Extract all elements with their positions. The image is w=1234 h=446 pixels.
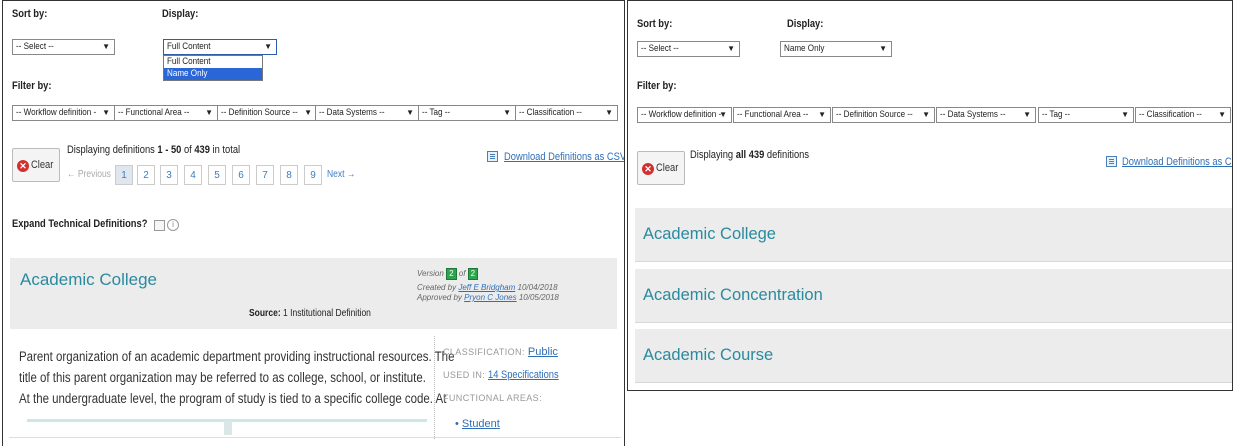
page-5[interactable]: 5 xyxy=(208,165,226,185)
csv-file-icon xyxy=(487,151,498,162)
filter-tag-select[interactable]: -- Tag -- ▼ xyxy=(1038,107,1134,123)
created-by-link[interactable]: Jeff E Bridgham xyxy=(458,283,515,292)
functional-area-item: • Student xyxy=(455,418,500,430)
filter-workflow-select[interactable]: -- Workflow definition - ▼ xyxy=(12,105,115,121)
page-4[interactable]: 4 xyxy=(184,165,202,185)
clear-button[interactable]: ✕ Clear xyxy=(637,151,685,185)
dropdown-option-full-content[interactable]: Full Content xyxy=(164,56,262,68)
info-icon[interactable]: i xyxy=(167,219,179,231)
close-circle-icon: ✕ xyxy=(17,160,29,172)
clear-button[interactable]: ✕ Clear xyxy=(12,148,60,182)
filter-definition-source-select[interactable]: -- Definition Source -- ▼ xyxy=(832,107,935,123)
filter-by-label: Filter by: xyxy=(637,80,677,92)
filter-classification-select[interactable]: -- Classification -- ▼ xyxy=(1135,107,1231,123)
display-label: Display: xyxy=(162,8,199,20)
card-divider xyxy=(9,437,621,438)
filter-functional-area-select[interactable]: -- Functional Area -- ▼ xyxy=(114,105,218,121)
page-9[interactable]: 9 xyxy=(304,165,322,185)
list-item[interactable]: Academic Course xyxy=(635,329,1232,383)
download-csv-link[interactable]: Download Definitions as CSV xyxy=(1122,156,1232,168)
classification-row: Classification: Public xyxy=(443,346,558,358)
expand-technical-checkbox[interactable] xyxy=(154,220,165,231)
version-total-badge[interactable]: 2 xyxy=(467,268,479,280)
filter-workflow-select[interactable]: -- Workflow definition - ▼ xyxy=(637,107,732,123)
name-only-panel: Sort by: Display: -- Select -- ▼ Name Onl… xyxy=(627,0,1233,391)
approved-by-link[interactable]: Pryon C Jones xyxy=(464,293,516,302)
definition-description: Parent organization of an academic depar… xyxy=(19,349,455,406)
chevron-down-icon: ▼ xyxy=(264,42,272,51)
display-dropdown: Full Content Name Only xyxy=(163,55,263,81)
display-select[interactable]: Full Content ▼ xyxy=(163,39,277,55)
csv-file-icon xyxy=(1106,156,1117,167)
chevron-down-icon: ▼ xyxy=(727,44,735,53)
expand-technical-label: Expand Technical Definitions? xyxy=(12,218,148,230)
sort-by-label: Sort by: xyxy=(637,18,673,30)
download-csv-link[interactable]: Download Definitions as CSV xyxy=(504,151,624,163)
full-content-panel: Sort by: Display: -- Select -- ▼ Full Con… xyxy=(2,0,625,446)
page-2[interactable]: 2 xyxy=(137,165,155,185)
list-item[interactable]: Academic College xyxy=(635,208,1232,262)
chevron-down-icon: ▼ xyxy=(102,42,110,51)
version-current-badge[interactable]: 2 xyxy=(446,268,457,280)
filter-data-systems-select[interactable]: -- Data Systems -- ▼ xyxy=(936,107,1036,123)
filter-definition-source-select[interactable]: -- Definition Source -- ▼ xyxy=(217,105,317,121)
filter-classification-select[interactable]: -- Classification -- ▼ xyxy=(515,105,618,121)
previous-page-link[interactable]: ← Previous xyxy=(67,169,111,180)
page-3[interactable]: 3 xyxy=(160,165,178,185)
display-select[interactable]: Name Only ▼ xyxy=(780,41,892,57)
functional-areas-label: Functional areas: xyxy=(443,393,542,403)
version-meta: Version 2 of 2 Created by Jeff E Bridgha… xyxy=(417,268,559,302)
used-in-row: Used in: 14 Specifications xyxy=(443,369,559,381)
source-info: Source: 1 Institutional Definition xyxy=(249,308,371,319)
filter-data-systems-select[interactable]: -- Data Systems -- ▼ xyxy=(315,105,419,121)
filter-tag-select[interactable]: -- Tag -- ▼ xyxy=(418,105,516,121)
pagination: ← Previous 1 2 3 4 5 6 7 8 9 Next → xyxy=(67,153,367,189)
page-7[interactable]: 7 xyxy=(256,165,274,185)
filter-functional-area-select[interactable]: -- Functional Area -- ▼ xyxy=(733,107,831,123)
sort-select[interactable]: -- Select -- ▼ xyxy=(637,41,740,57)
definition-title[interactable]: Academic College xyxy=(20,270,157,290)
filter-by-label: Filter by: xyxy=(12,80,52,92)
sort-select[interactable]: -- Select -- ▼ xyxy=(12,39,115,55)
definition-card-header: Academic College Source: 1 Institutional… xyxy=(10,258,617,329)
display-label: Display: xyxy=(787,18,824,30)
sort-by-label: Sort by: xyxy=(12,8,48,20)
next-page-link[interactable]: Next → xyxy=(327,169,355,180)
dropdown-option-name-only[interactable]: Name Only xyxy=(164,68,262,80)
used-in-link[interactable]: 14 Specifications xyxy=(488,369,559,381)
page-8[interactable]: 8 xyxy=(280,165,298,185)
close-circle-icon: ✕ xyxy=(642,163,654,175)
expand-handle[interactable] xyxy=(224,421,232,435)
page-1[interactable]: 1 xyxy=(115,165,133,185)
sidebar-divider xyxy=(434,336,436,439)
page-6[interactable]: 6 xyxy=(232,165,250,185)
list-item[interactable]: Academic Concentration xyxy=(635,269,1232,323)
classification-link[interactable]: Public xyxy=(528,346,558,358)
results-summary: Displaying all 439 definitions xyxy=(690,149,810,161)
chevron-down-icon: ▼ xyxy=(879,44,887,53)
